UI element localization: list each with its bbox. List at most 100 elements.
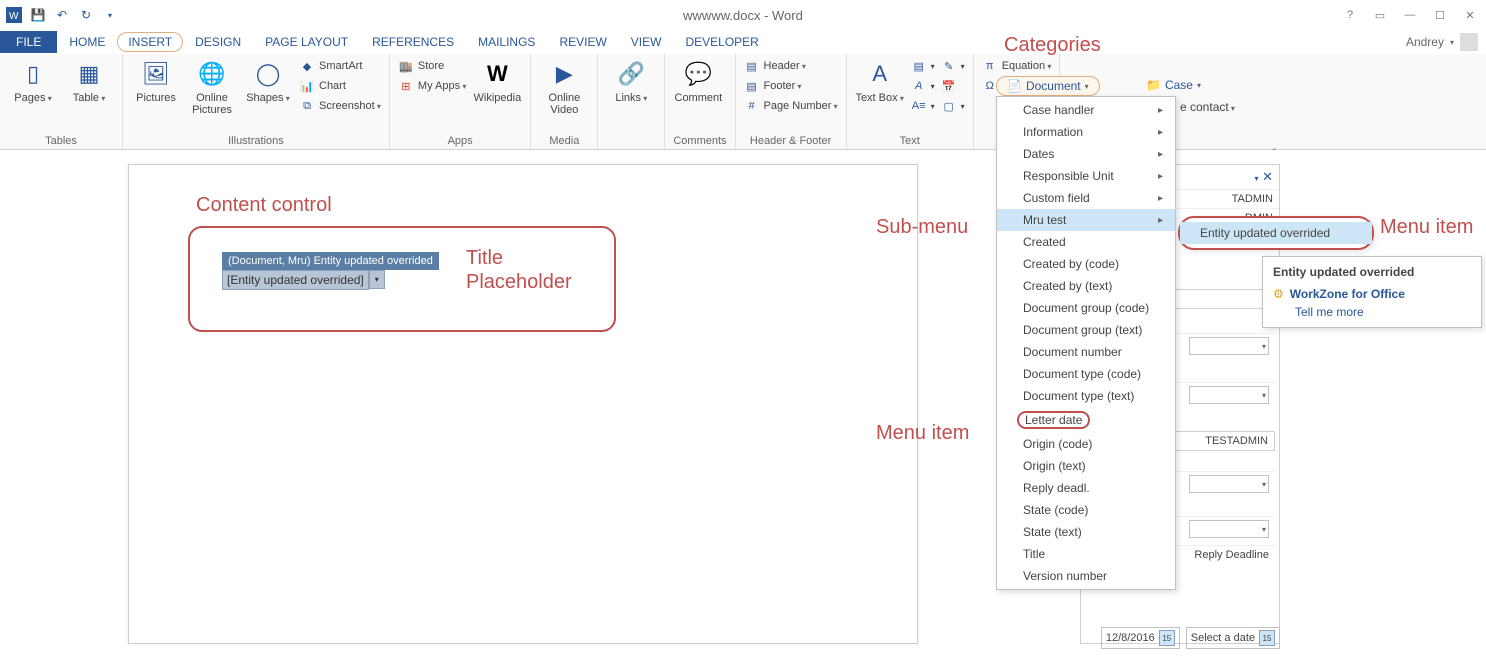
group-apps: 🏬Store ⊞My Apps WWikipedia Apps bbox=[390, 54, 531, 149]
dropdown-item-created-by-code-[interactable]: Created by (code) bbox=[997, 253, 1175, 275]
screenshot-icon: ⧉ bbox=[299, 98, 315, 114]
dropdown-item-mru-test[interactable]: Mru test▸ bbox=[997, 209, 1175, 231]
date-picker-select[interactable]: Select a date15 bbox=[1186, 627, 1280, 649]
signature-line-button[interactable]: ✎▾ bbox=[941, 58, 965, 74]
dropdown-item-case-handler[interactable]: Case handler▸ bbox=[997, 99, 1175, 121]
pictures-button[interactable]: 🖼Pictures bbox=[131, 58, 181, 104]
dropdown-item-dates[interactable]: Dates▸ bbox=[997, 143, 1175, 165]
content-control[interactable]: (Document, Mru) Entity updated overrided… bbox=[222, 252, 439, 290]
dropdown-item-created-by-text-[interactable]: Created by (text) bbox=[997, 275, 1175, 297]
drop-cap-button[interactable]: A≡▾ bbox=[911, 98, 935, 114]
save-icon[interactable]: 💾 bbox=[30, 7, 46, 23]
date-picker-value[interactable]: 12/8/201615 bbox=[1101, 627, 1180, 649]
dropdown-item-title[interactable]: Title bbox=[997, 543, 1175, 565]
workzone-icon: ⚙ bbox=[1273, 287, 1284, 301]
svg-text:W: W bbox=[9, 11, 19, 22]
online-video-button[interactable]: ▶Online Video bbox=[539, 58, 589, 116]
wordart-icon: A bbox=[911, 78, 927, 94]
dropdown-item-origin-code-[interactable]: Origin (code) bbox=[997, 433, 1175, 455]
chevron-right-icon: ▸ bbox=[1158, 149, 1163, 160]
category-contact-button[interactable]: e contact ▾ bbox=[1180, 100, 1235, 114]
category-case-button[interactable]: 📁Case▾ bbox=[1136, 76, 1211, 94]
dropdown-item-created[interactable]: Created bbox=[997, 231, 1175, 253]
chevron-right-icon: ▸ bbox=[1158, 105, 1163, 116]
tab-insert[interactable]: INSERT bbox=[117, 32, 183, 52]
pane-menu-icon[interactable]: ▾ bbox=[1254, 174, 1258, 183]
dropdown-item-document-group-code-[interactable]: Document group (code) bbox=[997, 297, 1175, 319]
table-button[interactable]: ▦ Table bbox=[64, 58, 114, 104]
header-button[interactable]: ▤Header bbox=[744, 58, 838, 74]
tooltip-link-workzone[interactable]: ⚙ WorkZone for Office bbox=[1273, 287, 1471, 301]
pages-button[interactable]: ▯ Pages bbox=[8, 58, 58, 104]
dropdown-item-document-type-text-[interactable]: Document type (text) bbox=[997, 385, 1175, 407]
dropdown-item-reply-deadl-[interactable]: Reply deadl. bbox=[997, 477, 1175, 499]
smartart-button[interactable]: ◆SmartArt bbox=[299, 58, 381, 74]
tab-design[interactable]: DESIGN bbox=[183, 31, 253, 53]
collapse-ribbon-icon[interactable]: ˆ bbox=[1273, 148, 1276, 159]
chart-button[interactable]: 📊Chart bbox=[299, 78, 381, 94]
store-button[interactable]: 🏬Store bbox=[398, 58, 466, 74]
equation-button[interactable]: πEquation bbox=[982, 58, 1052, 74]
combo-4[interactable]: ▾ bbox=[1189, 520, 1269, 538]
text-box-button[interactable]: AText Box bbox=[855, 58, 905, 104]
comment-button[interactable]: 💬Comment bbox=[673, 58, 723, 104]
tab-developer[interactable]: DEVELOPER bbox=[673, 31, 770, 53]
combo-1[interactable]: ▾ bbox=[1189, 337, 1269, 355]
object-button[interactable]: ▢▾ bbox=[941, 98, 965, 114]
shapes-button[interactable]: ◯Shapes bbox=[243, 58, 293, 104]
dropdown-item-information[interactable]: Information▸ bbox=[997, 121, 1175, 143]
minimize-icon[interactable]: — bbox=[1400, 5, 1420, 25]
header-icon: ▤ bbox=[744, 58, 760, 74]
qat-customize-icon[interactable]: ▾ bbox=[102, 7, 118, 23]
undo-icon[interactable]: ↶ bbox=[54, 7, 70, 23]
dropdown-item-document-group-text-[interactable]: Document group (text) bbox=[997, 319, 1175, 341]
combo-2[interactable]: ▾ bbox=[1189, 386, 1269, 404]
screenshot-button[interactable]: ⧉Screenshot bbox=[299, 98, 381, 114]
tab-home[interactable]: HOME bbox=[57, 31, 117, 53]
dropdown-item-responsible-unit[interactable]: Responsible Unit▸ bbox=[997, 165, 1175, 187]
dropdown-item-document-type-code-[interactable]: Document type (code) bbox=[997, 363, 1175, 385]
tab-references[interactable]: REFERENCES bbox=[360, 31, 466, 53]
close-icon[interactable]: ✕ bbox=[1460, 5, 1480, 25]
footer-button[interactable]: ▤Footer bbox=[744, 78, 838, 94]
quick-parts-button[interactable]: ▤▾ bbox=[911, 58, 935, 74]
tab-review[interactable]: REVIEW bbox=[547, 31, 618, 53]
tab-page-layout[interactable]: PAGE LAYOUT bbox=[253, 31, 360, 53]
document-dropdown-menu: Case handler▸Information▸Dates▸Responsib… bbox=[996, 96, 1176, 590]
wordart-button[interactable]: A▾ bbox=[911, 78, 935, 94]
ribbon-display-icon[interactable]: ▭ bbox=[1370, 5, 1390, 25]
content-control-placeholder[interactable]: [Entity updated overrided] bbox=[222, 270, 369, 290]
tooltip-tell-me-more[interactable]: Tell me more bbox=[1273, 305, 1471, 319]
dropdown-item-custom-field[interactable]: Custom field▸ bbox=[997, 187, 1175, 209]
chevron-down-icon: ▾ bbox=[1085, 82, 1089, 91]
dropdown-item-letter-date[interactable]: Letter date bbox=[997, 407, 1175, 433]
pane-close-icon[interactable]: ✕ bbox=[1262, 169, 1273, 184]
online-pictures-button[interactable]: 🌐Online Pictures bbox=[187, 58, 237, 116]
tab-view[interactable]: VIEW bbox=[619, 31, 674, 53]
tab-mailings[interactable]: MAILINGS bbox=[466, 31, 547, 53]
category-document-button[interactable]: 📄 Document ▾ bbox=[996, 76, 1100, 96]
dropdown-item-version-number[interactable]: Version number bbox=[997, 565, 1175, 587]
submenu-item-entity-updated[interactable]: Entity updated overrided bbox=[1180, 222, 1372, 244]
annotation-title-placeholder: Title Placeholder bbox=[466, 246, 572, 294]
links-button[interactable]: 🔗Links bbox=[606, 58, 656, 104]
dropdown-item-state-text-[interactable]: State (text) bbox=[997, 521, 1175, 543]
date-time-button[interactable]: 📅 bbox=[941, 78, 965, 94]
dropdown-item-document-number[interactable]: Document number bbox=[997, 341, 1175, 363]
help-icon[interactable]: ? bbox=[1340, 5, 1360, 25]
page-number-button[interactable]: #Page Number bbox=[744, 98, 838, 114]
combo-3[interactable]: ▾ bbox=[1189, 475, 1269, 493]
tab-file[interactable]: FILE bbox=[0, 31, 57, 53]
content-control-dropdown-icon[interactable]: ▾ bbox=[369, 270, 385, 289]
dropdown-item-state-code-[interactable]: State (code) bbox=[997, 499, 1175, 521]
redo-icon[interactable]: ↻ bbox=[78, 7, 94, 23]
wikipedia-button[interactable]: WWikipedia bbox=[472, 58, 522, 104]
group-header-footer: ▤Header ▤Footer #Page Number Header & Fo… bbox=[736, 54, 847, 149]
dropdown-item-origin-text-[interactable]: Origin (text) bbox=[997, 455, 1175, 477]
chevron-down-icon: ▾ bbox=[1450, 38, 1454, 47]
quick-parts-icon: ▤ bbox=[911, 58, 927, 74]
my-apps-button[interactable]: ⊞My Apps bbox=[398, 78, 466, 94]
object-icon: ▢ bbox=[941, 98, 957, 114]
user-area[interactable]: Andrey ▾ bbox=[1406, 33, 1486, 51]
maximize-icon[interactable]: ☐ bbox=[1430, 5, 1450, 25]
